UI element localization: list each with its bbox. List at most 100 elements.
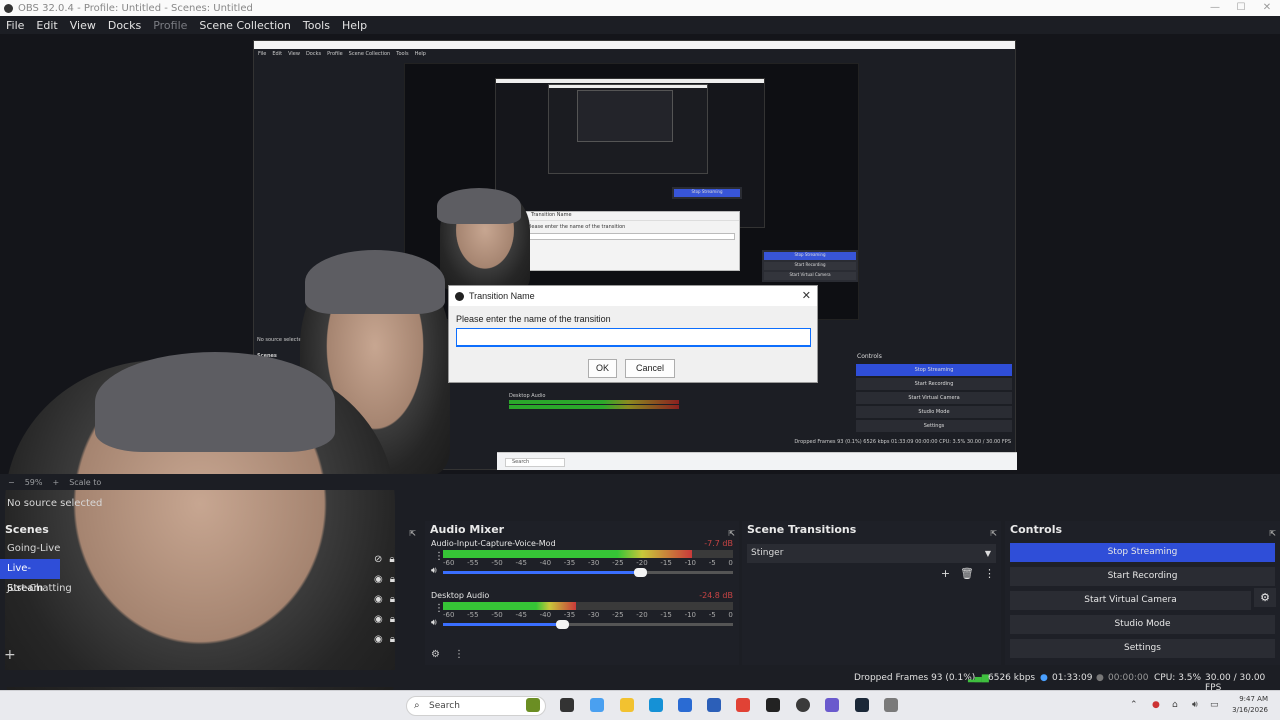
ok-button[interactable]: OK: [588, 359, 617, 378]
transition-select[interactable]: Stinger ▼: [747, 544, 996, 563]
task-view-icon[interactable]: [560, 698, 574, 712]
transition-name-input[interactable]: [456, 328, 811, 347]
volume-meter: [443, 602, 733, 610]
start-virtual-camera-button[interactable]: Start Virtual Camera: [1010, 591, 1251, 610]
battery-icon[interactable]: ▭: [1210, 700, 1219, 710]
scale-tick: -20: [636, 611, 648, 619]
menu-docks[interactable]: Docks: [102, 19, 147, 32]
scale-tick: -25: [612, 611, 624, 619]
scale-tick: -50: [491, 559, 503, 567]
trash-icon[interactable]: 🗑︎: [960, 567, 974, 580]
lock-icon[interactable]: 🔒︎: [390, 574, 395, 585]
taskbar-search[interactable]: ⌕ Search: [406, 696, 546, 716]
minimize-icon[interactable]: —: [1202, 0, 1228, 16]
cap-medium: [305, 250, 445, 314]
edge-icon[interactable]: [649, 698, 663, 712]
scale-tick: -30: [587, 559, 600, 567]
volume-knob[interactable]: [555, 620, 569, 629]
transition-menu-icon[interactable]: ⋮: [984, 567, 995, 580]
lock-icon[interactable]: 🔒︎: [390, 634, 395, 645]
taskbar-clock[interactable]: 9:47 AM 3/16/2026: [1232, 694, 1268, 716]
settings-taskbar-icon[interactable]: [884, 698, 898, 712]
menu-view[interactable]: View: [64, 19, 102, 32]
eye-icon[interactable]: ◉: [374, 594, 383, 605]
app-icon[interactable]: [707, 698, 721, 712]
eye-icon[interactable]: ◉: [374, 574, 383, 585]
stop-streaming-button[interactable]: Stop Streaming: [1010, 543, 1275, 562]
search-icon: ⌕: [414, 700, 420, 711]
volume-slider[interactable]: [443, 623, 733, 626]
menu-help[interactable]: Help: [336, 19, 373, 32]
windows-taskbar: ⌕ Search ⌃ ● ⌂ 🔊︎ ▭ 9:47 AM 3/16/2026: [0, 690, 1280, 720]
scale-tick: -50: [491, 611, 503, 619]
terminal-icon[interactable]: [766, 698, 780, 712]
channel-db: -24.8 dB: [699, 591, 733, 600]
chrome-icon[interactable]: [736, 698, 750, 712]
menu-scene-collection[interactable]: Scene Collection: [193, 19, 296, 32]
dock-popout-icon[interactable]: ⇱: [1269, 525, 1276, 543]
volume-knob[interactable]: [634, 568, 648, 577]
dialog-title-bar: Transition Name ✕: [449, 286, 817, 306]
settings-button[interactable]: Settings: [1010, 639, 1275, 658]
scene-transitions-dock: Scene Transitions ⇱ Stinger ▼ + 🗑︎ ⋮: [742, 521, 1001, 665]
nested-preview-4: [577, 90, 673, 142]
menu-edit[interactable]: Edit: [30, 19, 63, 32]
close-icon[interactable]: ✕: [802, 289, 811, 302]
advanced-audio-icon[interactable]: ⚙: [431, 649, 440, 660]
scale-tick: -40: [539, 559, 552, 567]
lock-icon[interactable]: 🔒︎: [389, 554, 394, 565]
nested-dialog: Transition Name Please enter the name of…: [522, 211, 740, 271]
volume-icon[interactable]: 🔊︎: [1192, 700, 1198, 710]
obs-logo-icon: [455, 291, 464, 301]
scene-just-chatting[interactable]: Just-Chatting: [0, 579, 420, 599]
steam-icon[interactable]: [855, 698, 869, 712]
tray-app-icon[interactable]: ●: [1152, 700, 1160, 710]
store-icon[interactable]: [678, 698, 692, 712]
cancel-button[interactable]: Cancel: [625, 359, 675, 378]
scene-going-live[interactable]: Going-Live: [0, 539, 420, 559]
cap-large: [95, 352, 335, 452]
eye-icon[interactable]: ◉: [374, 634, 383, 645]
volume-slider[interactable]: [443, 571, 733, 574]
lock-icon[interactable]: 🔒︎: [390, 614, 395, 625]
lock-icon[interactable]: 🔒︎: [390, 594, 395, 605]
preview-zoom-bar: − 59% + Scale to: [0, 474, 1280, 490]
audio-mixer-dock: Audio Mixer ⇱ Audio-Input-Capture-Voice-M…: [425, 521, 739, 665]
start-recording-button[interactable]: Start Recording: [1010, 567, 1275, 586]
speaker-icon[interactable]: 🔊︎: [431, 566, 437, 576]
eye-icon[interactable]: ◉: [374, 614, 383, 625]
virtual-camera-gear-icon[interactable]: ⚙: [1254, 588, 1276, 607]
widgets-icon[interactable]: [526, 698, 540, 712]
mixer-channel: Audio-Input-Capture-Voice-Mod -7.7 dB ⋮ …: [425, 539, 739, 591]
dock-popout-icon[interactable]: ⇱: [990, 525, 997, 543]
menu-file[interactable]: File: [0, 19, 30, 32]
eye-hidden-icon[interactable]: ⊘: [374, 554, 382, 565]
add-scene-button[interactable]: +: [4, 647, 16, 663]
scale-tick: 0: [728, 559, 733, 567]
menu-profile[interactable]: Profile: [147, 19, 193, 32]
controls-dock: Controls ⇱ Stop Streaming Start Recording…: [1005, 521, 1280, 665]
file-explorer-icon[interactable]: [620, 698, 634, 712]
menu-bar: File Edit View Docks Profile Scene Colle…: [0, 16, 1280, 34]
scale-tick: -25: [612, 559, 624, 567]
scene-live-stream[interactable]: Live-Stream: [0, 559, 60, 594]
mixer-menu-icon[interactable]: ⋮: [454, 649, 464, 660]
obs-taskbar-icon[interactable]: [796, 698, 810, 712]
studio-mode-button[interactable]: Studio Mode: [1010, 615, 1275, 634]
status-bar: Dropped Frames 93 (0.1%) ▂▄▆ 6526 kbps ●…: [0, 670, 1280, 693]
speaker-icon[interactable]: 🔊︎: [431, 618, 437, 628]
zoom-minus[interactable]: −: [8, 478, 15, 487]
chevron-up-icon[interactable]: ⌃: [1130, 700, 1138, 710]
zoom-plus[interactable]: +: [52, 478, 59, 487]
network-icon[interactable]: ⌂: [1172, 700, 1178, 710]
menu-tools[interactable]: Tools: [297, 19, 336, 32]
chevron-down-icon: ▼: [984, 549, 991, 558]
discord-icon[interactable]: [825, 698, 839, 712]
maximize-icon[interactable]: ☐: [1228, 0, 1254, 16]
cpu-usage: CPU: 3.5%: [1154, 673, 1202, 683]
scale-to-label[interactable]: Scale to: [69, 478, 101, 487]
add-transition-icon[interactable]: +: [941, 567, 950, 580]
scale-tick: -60: [443, 611, 455, 619]
copilot-icon[interactable]: [590, 698, 604, 712]
close-icon[interactable]: ✕: [1254, 0, 1280, 16]
